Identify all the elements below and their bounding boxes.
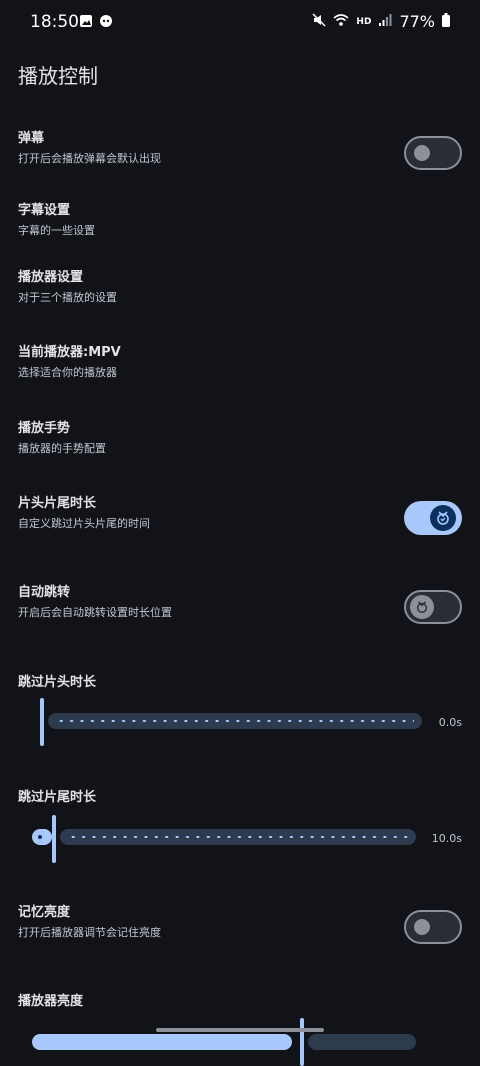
setting-player[interactable]: 播放器设置 对于三个播放的设置	[18, 269, 117, 305]
slider-tick-marks	[68, 836, 408, 838]
setting-subtitle: 选择适合你的播放器	[18, 366, 117, 379]
image-icon	[79, 14, 93, 28]
battery-percent: 77%	[399, 12, 435, 31]
battery-icon	[442, 12, 450, 31]
setting-title: 当前播放器:MPV	[18, 345, 121, 360]
setting-gestures[interactable]: 播放手势 播放器的手势配置	[18, 420, 106, 456]
setting-subtitle: 打开后会播放弹幕会默认出现	[18, 152, 161, 165]
check-badge-icon	[437, 511, 449, 525]
setting-remember-brightness[interactable]: 记忆亮度 打开后播放器调节会记住亮度	[18, 904, 161, 940]
remember-brightness-switch[interactable]	[404, 910, 462, 944]
brightness-slider[interactable]	[18, 1018, 462, 1066]
slider-track	[48, 713, 422, 729]
setting-danmaku[interactable]: 弹幕 打开后会播放弹幕会默认出现	[18, 130, 161, 166]
setting-title: 片头片尾时长	[18, 496, 97, 511]
setting-subtitle: 开启后会自动跳转设置时长位置	[18, 606, 172, 619]
page-title: 播放控制	[18, 64, 98, 88]
slider-handle[interactable]	[52, 815, 56, 863]
slider-title-brightness: 播放器亮度	[18, 993, 83, 1011]
slider-active-track	[32, 1034, 292, 1050]
skip-intro-slider[interactable]: 0.0s	[18, 698, 462, 746]
setting-subtitle: 自定义跳过片头片尾的时间	[18, 517, 150, 530]
skip-outro-slider[interactable]: 10.0s	[18, 815, 462, 863]
setting-subtitle: 打开后播放器调节会记住亮度	[18, 926, 161, 939]
signal-icon	[378, 12, 392, 31]
setting-auto-jump[interactable]: 自动跳转 开启后会自动跳转设置时长位置	[18, 584, 172, 620]
auto-jump-switch[interactable]	[404, 590, 462, 624]
slider-title-intro: 跳过片头时长	[18, 674, 96, 692]
slider-handle[interactable]	[40, 698, 44, 746]
slider-title-outro: 跳过片尾时长	[18, 789, 96, 807]
intro-outro-switch[interactable]	[404, 501, 462, 535]
setting-subtitle: 播放器的手势配置	[18, 442, 106, 455]
setting-title: 播放手势	[18, 421, 71, 436]
switch-thumb	[414, 919, 430, 935]
wifi-icon	[333, 12, 349, 31]
setting-title: 播放器设置	[18, 270, 84, 285]
slider-track	[60, 829, 416, 845]
slider-value: 0.0s	[438, 716, 462, 729]
slider-value: 10.0s	[431, 832, 462, 845]
switch-thumb	[414, 145, 430, 161]
setting-title: 弹幕	[18, 131, 45, 146]
slider-active-track	[32, 829, 52, 845]
check-badge-icon	[416, 601, 428, 613]
app-icon	[99, 14, 113, 28]
gesture-nav-bar[interactable]	[156, 1028, 324, 1032]
setting-subtitle: 字幕的一些设置	[18, 224, 95, 237]
slider-stop-dot	[38, 835, 42, 839]
slider-track	[308, 1034, 416, 1050]
setting-title: 记忆亮度	[18, 905, 71, 920]
status-time: 18:50	[30, 12, 79, 32]
slider-title: 跳过片尾时长	[18, 790, 97, 805]
danmaku-switch[interactable]	[404, 136, 462, 170]
slider-title: 播放器亮度	[18, 994, 84, 1009]
setting-intro-outro[interactable]: 片头片尾时长 自定义跳过片头片尾的时间	[18, 495, 150, 531]
mute-icon	[312, 12, 326, 31]
status-bar: 18:50 HD 77%	[0, 0, 480, 44]
setting-title: 字幕设置	[18, 203, 71, 218]
slider-handle[interactable]	[300, 1018, 304, 1066]
slider-title: 跳过片头时长	[18, 675, 97, 690]
setting-current-player[interactable]: 当前播放器:MPV 选择适合你的播放器	[18, 344, 121, 380]
setting-title: 自动跳转	[18, 585, 71, 600]
switch-thumb	[430, 505, 456, 531]
setting-subtitle: 对于三个播放的设置	[18, 291, 117, 304]
slider-tick-marks	[56, 720, 414, 722]
switch-thumb	[410, 595, 434, 619]
network-type: HD	[356, 16, 372, 27]
setting-subtitles[interactable]: 字幕设置 字幕的一些设置	[18, 202, 95, 238]
